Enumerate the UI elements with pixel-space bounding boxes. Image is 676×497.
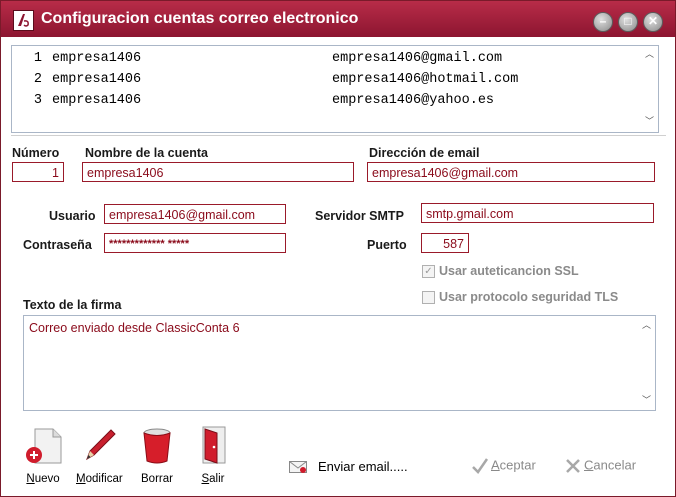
list-scrollbar[interactable]: ︿ ﹀ xyxy=(641,46,658,132)
signature-text: Correo enviado desde ClassicConta 6 xyxy=(29,321,240,335)
scroll-up-icon[interactable]: ︿ xyxy=(641,320,652,331)
smtp-field[interactable]: smtp.gmail.com xyxy=(421,203,654,223)
nuevo-label: Nuevo xyxy=(26,473,60,485)
envelope-icon xyxy=(289,461,307,473)
nombre-field[interactable]: empresa1406 xyxy=(82,162,354,182)
check-icon xyxy=(471,457,489,475)
account-email: empresa1406@yahoo.es xyxy=(332,93,495,108)
list-item[interactable]: 3 empresa1406 empresa1406@yahoo.es xyxy=(12,93,632,113)
scroll-up-icon[interactable]: ︿ xyxy=(644,50,655,61)
maximize-icon: □ xyxy=(624,14,632,28)
accounts-list[interactable]: 1 empresa1406 empresa1406@gmail.com 2 em… xyxy=(11,45,659,133)
aceptar-button[interactable]: Aceptar xyxy=(471,457,536,475)
maximize-button[interactable]: □ xyxy=(618,12,638,32)
list-item[interactable]: 2 empresa1406 empresa1406@hotmail.com xyxy=(12,72,632,92)
account-number: 1 xyxy=(33,51,42,66)
exit-door-icon xyxy=(193,425,233,465)
checkmark-icon[interactable]: ✓ xyxy=(422,265,435,278)
pencil-icon xyxy=(79,425,119,465)
x-cancel-icon xyxy=(564,457,582,475)
close-icon: ✕ xyxy=(647,14,659,28)
divider xyxy=(11,135,666,136)
numero-label: Número xyxy=(12,146,60,160)
account-number: 3 xyxy=(33,93,42,108)
usuario-label: Usuario xyxy=(49,209,96,223)
account-email: empresa1406@hotmail.com xyxy=(332,72,519,87)
minimize-icon: – xyxy=(599,14,607,28)
direccion-label: Dirección de email xyxy=(369,146,480,160)
app-logo-icon xyxy=(13,10,34,31)
account-config-window: Configuracion cuentas correo electronico… xyxy=(0,0,676,497)
signature-textarea[interactable]: Correo enviado desde ClassicConta 6 ︿ ﹀ xyxy=(23,315,656,411)
scroll-down-icon[interactable]: ﹀ xyxy=(641,395,652,406)
nuevo-button[interactable]: Nuevo xyxy=(20,425,66,485)
contrasena-label: Contraseña xyxy=(23,238,92,252)
cancelar-button[interactable]: Cancelar xyxy=(564,457,636,475)
nombre-label: Nombre de la cuenta xyxy=(85,146,208,160)
checkbox-empty-icon[interactable] xyxy=(422,291,435,304)
smtp-label: Servidor SMTP xyxy=(315,209,404,223)
borrar-label: Borrar xyxy=(141,473,173,485)
account-name: empresa1406 xyxy=(52,72,142,87)
firma-label: Texto de la firma xyxy=(23,298,122,312)
salir-label: Salir xyxy=(201,473,225,485)
salir-button[interactable]: Salir xyxy=(190,425,236,485)
numero-field[interactable]: 1 xyxy=(12,162,64,182)
email-field[interactable]: empresa1406@gmail.com xyxy=(367,162,655,182)
tls-label: Usar protocolo seguridad TLS xyxy=(439,290,619,304)
send-email-label: Enviar email..... xyxy=(318,459,408,474)
close-button[interactable]: ✕ xyxy=(643,12,663,32)
account-name: empresa1406 xyxy=(52,93,142,108)
window-title: Configuracion cuentas correo electronico xyxy=(41,10,359,27)
minimize-button[interactable]: – xyxy=(593,12,613,32)
borrar-button[interactable]: Borrar xyxy=(134,425,180,485)
trash-icon xyxy=(137,425,177,465)
usuario-field[interactable]: empresa1406@gmail.com xyxy=(104,204,286,224)
signature-scrollbar[interactable]: ︿ ﹀ xyxy=(638,316,655,410)
new-document-icon xyxy=(23,425,63,465)
puerto-field[interactable]: 587 xyxy=(421,233,469,253)
ssl-label: Usar auteticancion SSL xyxy=(439,264,579,278)
modificar-label: Modificar xyxy=(76,473,123,485)
title-bar[interactable]: Configuracion cuentas correo electronico… xyxy=(1,1,675,37)
modificar-button[interactable]: Modificar xyxy=(76,425,123,485)
puerto-label: Puerto xyxy=(367,238,407,252)
scroll-down-icon[interactable]: ﹀ xyxy=(644,117,655,128)
password-field[interactable]: ************* ***** xyxy=(104,233,286,253)
account-number: 2 xyxy=(33,72,42,87)
account-name: empresa1406 xyxy=(52,51,142,66)
account-email: empresa1406@gmail.com xyxy=(332,51,503,66)
list-item[interactable]: 1 empresa1406 empresa1406@gmail.com xyxy=(12,51,632,71)
